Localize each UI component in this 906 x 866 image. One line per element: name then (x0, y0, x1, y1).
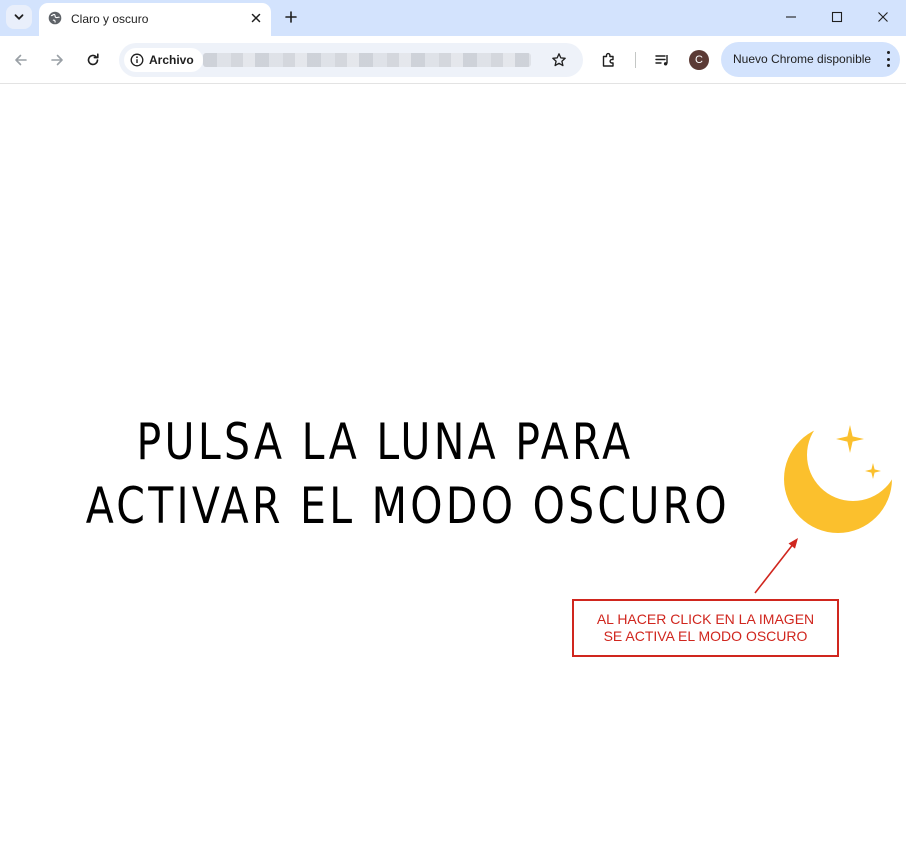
tab-strip: Claro y oscuro (0, 0, 906, 36)
site-info-chip[interactable]: Archivo (124, 48, 203, 72)
tab-close-button[interactable] (247, 9, 265, 27)
tab-title: Claro y oscuro (71, 12, 149, 26)
bookmark-star-button[interactable] (549, 50, 569, 70)
toolbar-separator (635, 52, 636, 68)
moon-body (784, 425, 892, 533)
moon-icon[interactable] (782, 421, 894, 533)
close-window-icon (878, 12, 888, 22)
extensions-button[interactable] (597, 48, 621, 72)
maximize-button[interactable] (815, 3, 859, 31)
active-tab[interactable]: Claro y oscuro (39, 3, 271, 36)
maximize-icon (831, 11, 843, 23)
close-window-button[interactable] (861, 3, 905, 31)
profile-avatar[interactable]: C (689, 50, 709, 70)
annotation-arrow (754, 538, 798, 594)
info-icon (130, 53, 144, 67)
arrow-right-icon (51, 54, 63, 66)
page-headline: PULSA LA LUNA PARA ACTIVAR EL MODO OSCUR… (85, 410, 730, 538)
playlist-music-icon (655, 55, 668, 66)
callout-line-1: AL HACER CLICK EN LA IMAGEN (596, 611, 815, 627)
plus-icon (285, 11, 297, 23)
puzzle-icon (602, 52, 614, 67)
annotation-callout: AL HACER CLICK EN LA IMAGEN SE ACTIVA EL… (572, 599, 839, 657)
more-options-icon[interactable] (886, 51, 890, 67)
minimize-button[interactable] (769, 3, 813, 31)
headline-line-1: PULSA LA LUNA PARA (136, 413, 634, 471)
chevron-down-icon (14, 14, 24, 20)
forward-button[interactable] (45, 48, 69, 72)
minimize-icon (786, 16, 796, 18)
url-text-blurred[interactable] (203, 53, 531, 67)
callout-line-2: SE ACTIVA EL MODO OSCURO (603, 628, 808, 644)
tab-search-button[interactable] (6, 5, 32, 29)
globe-icon (48, 11, 62, 25)
star-icon (552, 53, 566, 67)
update-label: Nuevo Chrome disponible (733, 52, 872, 66)
arrow-left-icon (15, 54, 27, 66)
site-info-label: Archivo (149, 53, 194, 67)
headline-line-2: ACTIVAR EL MODO OSCURO (85, 477, 730, 535)
close-icon (251, 13, 261, 23)
reload-button[interactable] (81, 48, 105, 72)
reload-icon (87, 53, 99, 66)
browser-toolbar: Archivo C Nuevo Chrome disponible (0, 36, 906, 84)
address-bar[interactable]: Archivo (119, 43, 583, 77)
new-tab-button[interactable] (280, 6, 302, 28)
page-content: PULSA LA LUNA PARA ACTIVAR EL MODO OSCUR… (0, 85, 906, 866)
media-controls-button[interactable] (651, 48, 675, 72)
new-chrome-available-button[interactable]: Nuevo Chrome disponible (721, 42, 900, 77)
back-button[interactable] (9, 48, 33, 72)
